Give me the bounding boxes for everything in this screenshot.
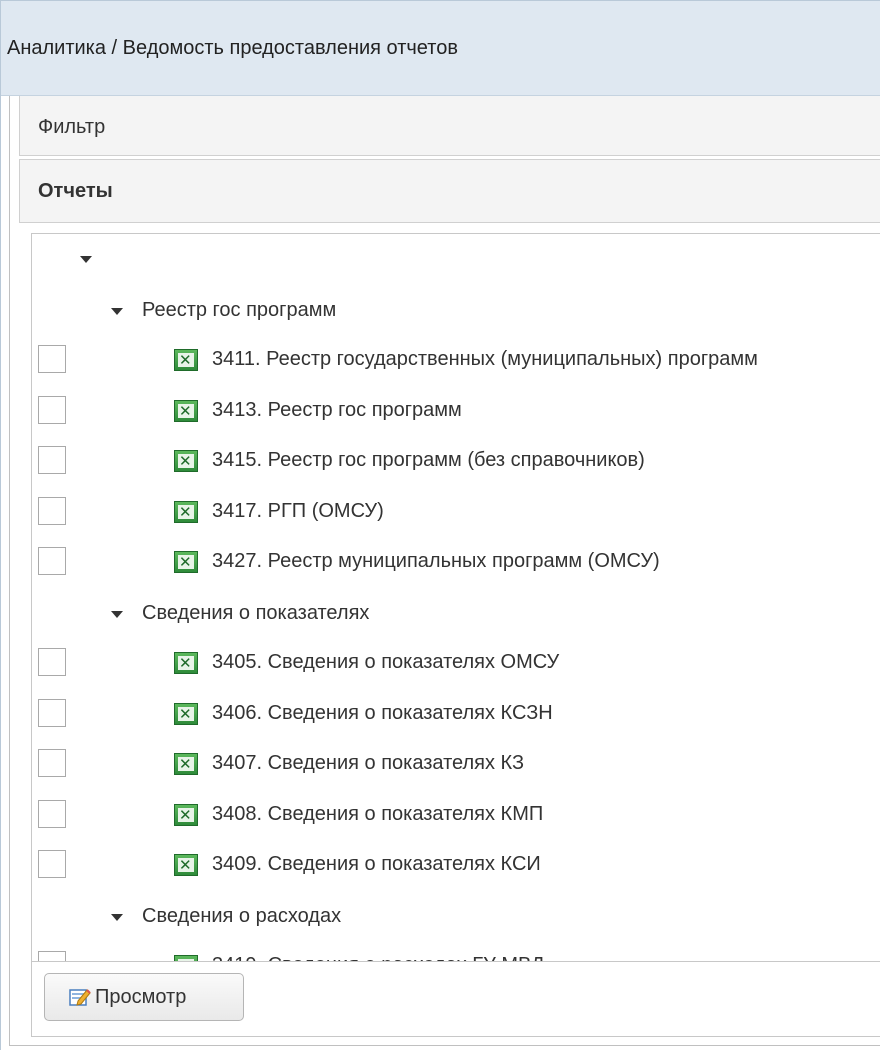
report-label[interactable]: 3411. Реестр государственных (муниципаль…: [212, 348, 758, 371]
preview-button-label: Просмотр: [95, 986, 187, 1008]
reports-panel-header[interactable]: Отчеты: [19, 159, 880, 223]
tree-report-row[interactable]: 3406. Сведения о показателях КСЗН: [32, 689, 880, 739]
tree-group-label[interactable]: Сведения о показателях: [142, 602, 369, 625]
caret-down-icon[interactable]: [111, 610, 123, 618]
excel-file-icon: [174, 500, 198, 523]
tree-group-label[interactable]: Сведения о расходах: [142, 905, 341, 928]
report-window: Аналитика / Ведомость предоставления отч…: [0, 0, 880, 1050]
excel-file-icon: [174, 652, 198, 674]
tree-report-row[interactable]: 3413. Реестр гос программ: [32, 386, 880, 436]
tree-report-row[interactable]: 3415. Реестр гос программ (без справочни…: [32, 436, 880, 486]
report-checkbox[interactable]: [38, 799, 66, 828]
report-label[interactable]: 3413. Реестр гос программ: [212, 399, 462, 422]
filter-label[interactable]: Фильтр: [38, 116, 105, 139]
report-label[interactable]: 3408. Сведения о показателях КМП: [212, 803, 543, 826]
breadcrumb: Аналитика / Ведомость предоставления отч…: [7, 37, 458, 59]
report-label[interactable]: 3427. Реестр муниципальных программ (ОМС…: [212, 550, 660, 573]
report-label[interactable]: 3415. Реестр гос программ (без справочни…: [212, 449, 645, 472]
tree-report-row[interactable]: 3419. Сведения о расходах ГУ МВД: [32, 941, 880, 961]
caret-down-icon[interactable]: [80, 256, 92, 263]
tree-report-row[interactable]: 3411. Реестр государственных (муниципаль…: [32, 335, 880, 385]
tree-report-row[interactable]: 3405. Сведения о показателях ОМСУ: [32, 638, 880, 688]
caret-down-icon[interactable]: [111, 913, 123, 921]
report-label[interactable]: 3417. РГП (ОМСУ): [212, 500, 384, 523]
tree-root-row[interactable]: [32, 234, 880, 284]
report-checkbox[interactable]: [38, 395, 66, 424]
excel-file-icon: [174, 803, 198, 826]
report-label[interactable]: 3405. Сведения о показателях ОМСУ: [212, 651, 559, 674]
tree-group-row[interactable]: Сведения о показателях: [32, 588, 880, 638]
report-label[interactable]: 3406. Сведения о показателях КСЗН: [212, 702, 553, 725]
excel-file-icon: [174, 854, 198, 876]
tree-report-row[interactable]: 3417. РГП (ОМСУ): [32, 487, 880, 537]
tree-group-row[interactable]: Сведения о расходах: [32, 891, 880, 941]
report-label[interactable]: 3407. Сведения о показателях КЗ: [212, 752, 524, 775]
report-checkbox[interactable]: [38, 648, 66, 676]
tree-group-row[interactable]: Реестр гос программ: [32, 285, 880, 335]
excel-file-icon: [174, 753, 198, 775]
report-checkbox[interactable]: [38, 951, 66, 961]
caret-down-icon[interactable]: [111, 307, 123, 315]
excel-file-icon: [174, 399, 198, 422]
window-titlebar: Аналитика / Ведомость предоставления отч…: [1, 1, 880, 96]
tree-group-label[interactable]: Реестр гос программ: [142, 299, 336, 322]
report-label[interactable]: 3419. Сведения о расходах ГУ МВД: [212, 954, 544, 961]
excel-file-icon: [174, 349, 198, 371]
excel-file-icon: [174, 551, 198, 573]
reports-tree: Реестр гос программ 3411. Реестр государс…: [31, 233, 880, 961]
report-checkbox[interactable]: [38, 496, 66, 525]
excel-file-icon: [174, 702, 198, 725]
report-checkbox[interactable]: [38, 698, 66, 727]
report-checkbox[interactable]: [38, 446, 66, 474]
excel-file-icon: [174, 450, 198, 472]
report-label[interactable]: 3409. Сведения о показателях КСИ: [212, 853, 541, 876]
report-checkbox[interactable]: [38, 345, 66, 373]
report-checkbox[interactable]: [38, 749, 66, 777]
tree-report-row[interactable]: 3427. Реестр муниципальных программ (ОМС…: [32, 537, 880, 587]
footer-toolbar: Просмотр: [31, 961, 880, 1037]
report-checkbox[interactable]: [38, 850, 66, 878]
filter-panel-header[interactable]: Фильтр: [19, 96, 880, 156]
edit-document-icon: [69, 989, 91, 1006]
tree-report-row[interactable]: 3408. Сведения о показателях КМП: [32, 790, 880, 840]
tree-report-row[interactable]: 3407. Сведения о показателях КЗ: [32, 739, 880, 789]
tree-report-row[interactable]: 3409. Сведения о показателях КСИ: [32, 840, 880, 890]
preview-button[interactable]: Просмотр: [44, 973, 244, 1021]
report-checkbox[interactable]: [38, 547, 66, 575]
reports-label: Отчеты: [38, 180, 113, 202]
